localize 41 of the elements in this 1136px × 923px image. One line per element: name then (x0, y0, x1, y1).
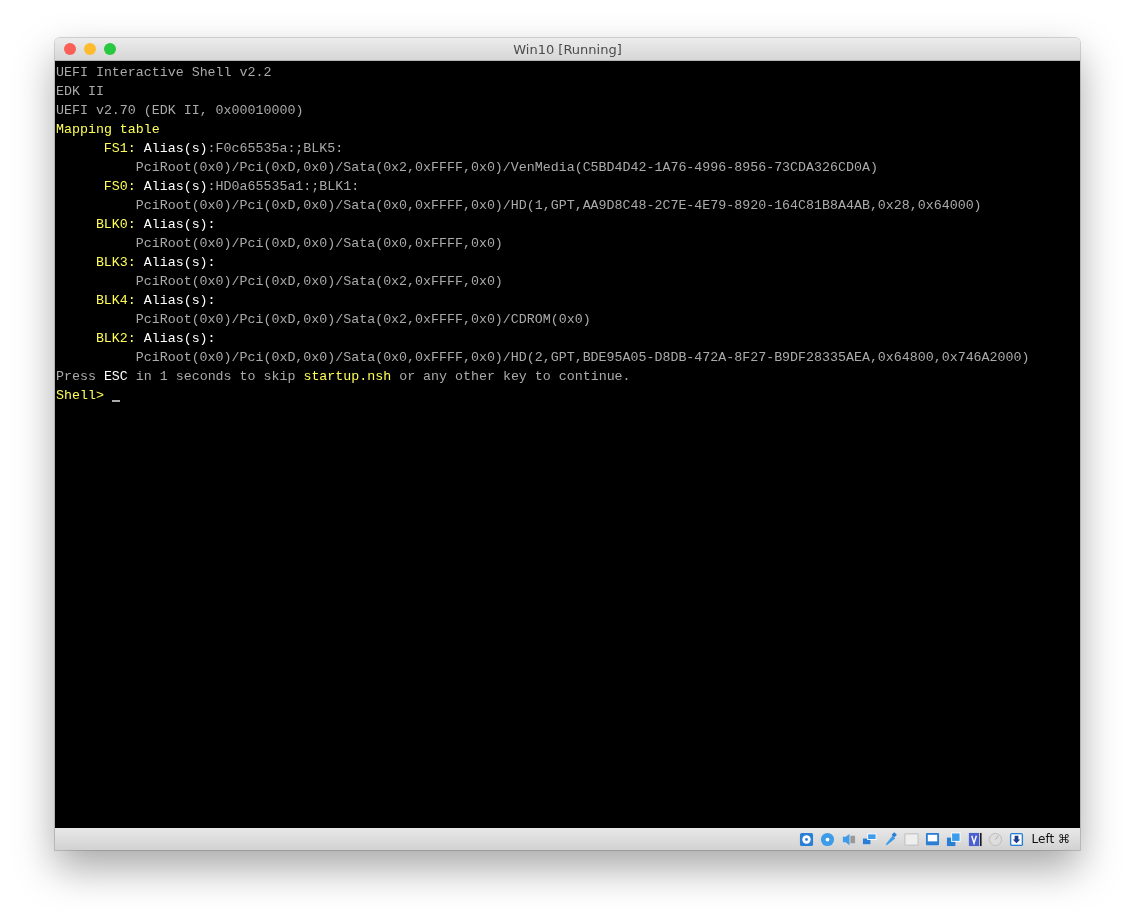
console-text: UEFI v2.70 (EDK II, 0x00010000) (56, 102, 304, 120)
close-button[interactable] (64, 43, 76, 55)
hard-disk-icon[interactable] (798, 831, 814, 847)
console-text: in 1 seconds to skip (134, 368, 297, 386)
arrow-down-icon[interactable] (1008, 831, 1024, 847)
console-text: PciRoot(0x0)/Pci(0xD,0x0)/Sata(0x0,0xFFFF,0x0)/HD(1,GPT,AA9D8C48-2C7E-4E79-8920-164C81B8A4AB,0x28,0x64000) (135, 197, 982, 215)
console-text: Alias(s) (143, 140, 208, 158)
mapping-label: BLK4: (95, 292, 136, 310)
text-cursor (111, 400, 120, 402)
console-text: PciRoot(0x0)/Pci(0xD,0x0)/Sata(0x2,0xFFFF,0x0)/VenMedia(C5BD4D42-1A76-4996-8956-73CDA326CD0A) (135, 159, 878, 177)
console-text: Alias(s): (143, 254, 216, 272)
shell-prompt: Shell> (56, 387, 104, 405)
console-text: Mapping table (56, 121, 160, 139)
console-text: Alias(s): (143, 292, 216, 310)
console-text: ESC (103, 368, 128, 386)
console-text: Alias(s): (143, 216, 216, 234)
console-text: startup.nsh (303, 368, 392, 386)
optical-disc-icon[interactable] (819, 831, 835, 847)
mapping-label: FS1: (103, 140, 136, 158)
windows-icon[interactable] (945, 831, 961, 847)
console-text: :HD0a65535a1:;BLK1: (207, 178, 360, 196)
window-title: Win10 [Running] (513, 41, 622, 57)
console-text: :F0c65535a:;BLK5: (207, 140, 344, 158)
console-text: Press (56, 368, 97, 386)
console-text: PciRoot(0x0)/Pci(0xD,0x0)/Sata(0x0,0xFFFF,0x0)/HD(2,GPT,BDE95A05-D8DB-472A-8F27-B9DF28335AEA,0x64800,0x746A2000) (135, 349, 1030, 367)
console-text: EDK II (56, 83, 104, 101)
zoom-button[interactable] (104, 43, 116, 55)
console-text: PciRoot(0x0)/Pci(0xD,0x0)/Sata(0x2,0xFFFF,0x0)/CDROM(0x0) (135, 311, 591, 329)
network-icon[interactable] (861, 831, 877, 847)
console-text: PciRoot(0x0)/Pci(0xD,0x0)/Sata(0x0,0xFFFF,0x0) (135, 235, 503, 253)
console-text: PciRoot(0x0)/Pci(0xD,0x0)/Sata(0x2,0xFFFF,0x0) (135, 273, 503, 291)
mapping-label: BLK0: (95, 216, 136, 234)
console-text: Alias(s) (143, 178, 208, 196)
console-text: or any other key to continue. (398, 368, 631, 386)
mapping-label: FS0: (103, 178, 136, 196)
console-text: Alias(s): (143, 330, 216, 348)
display-icon[interactable] (924, 831, 940, 847)
console-text: UEFI Interactive Shell v2.2 (56, 64, 272, 82)
mapping-label: BLK2: (95, 330, 136, 348)
host-key-label: Left ⌘ (1031, 832, 1070, 846)
mapping-label: BLK3: (95, 254, 136, 272)
